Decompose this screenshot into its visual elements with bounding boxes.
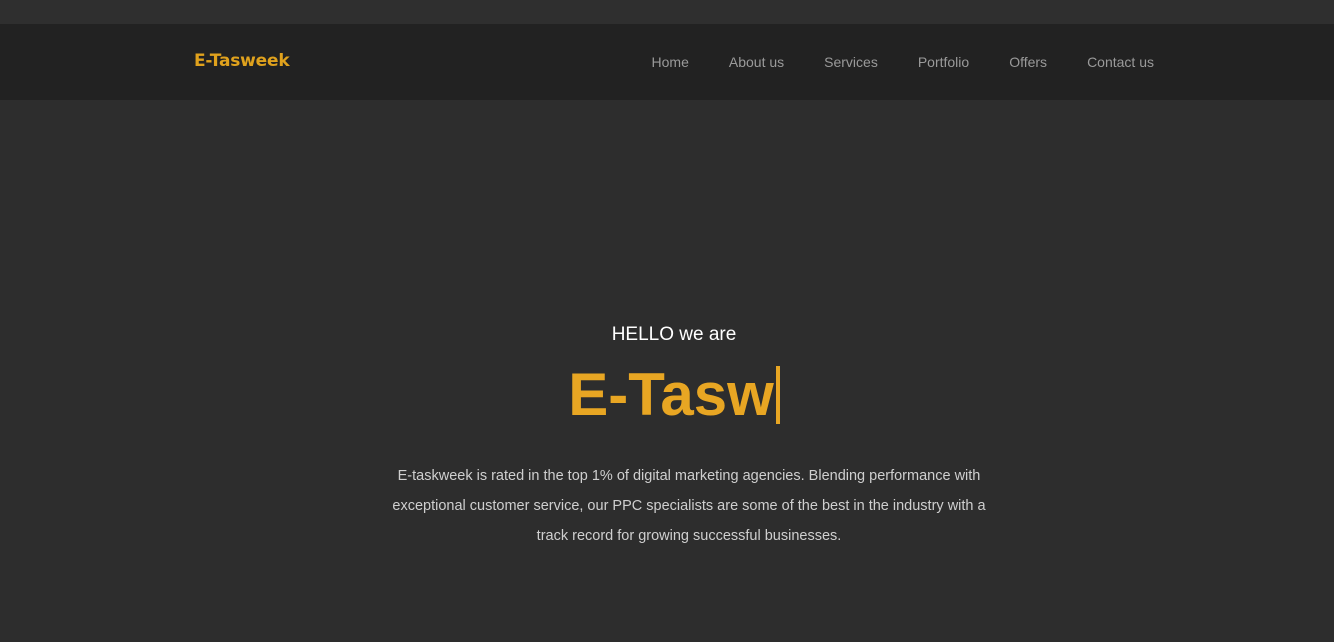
navbar: E-Tasweek Home About us Services Portfol… [0, 24, 1334, 100]
nav-item-portfolio[interactable]: Portfolio [918, 54, 969, 70]
top-strip [0, 0, 1334, 24]
nav-item-offers[interactable]: Offers [1009, 54, 1047, 70]
nav-item-contact-us[interactable]: Contact us [1087, 54, 1154, 70]
hero-headline: E-Tasw [0, 362, 1334, 428]
hero-greeting: HELLO we are [611, 324, 737, 345]
nav-item-services[interactable]: Services [824, 54, 878, 70]
hero-section: HELLO we are E-Tasw E-taskweek is rated … [0, 100, 1334, 642]
nav-menu: Home About us Services Portfolio Offers … [652, 54, 1154, 70]
typing-cursor [775, 366, 780, 424]
nav-item-home[interactable]: Home [652, 54, 689, 70]
hero-headline-text: E-Tasw [568, 361, 774, 428]
brand-logo[interactable]: E-Tasweek [194, 51, 290, 71]
hero-description: E-taskweek is rated in the top 1% of dig… [392, 468, 986, 544]
nav-item-about-us[interactable]: About us [729, 54, 784, 70]
